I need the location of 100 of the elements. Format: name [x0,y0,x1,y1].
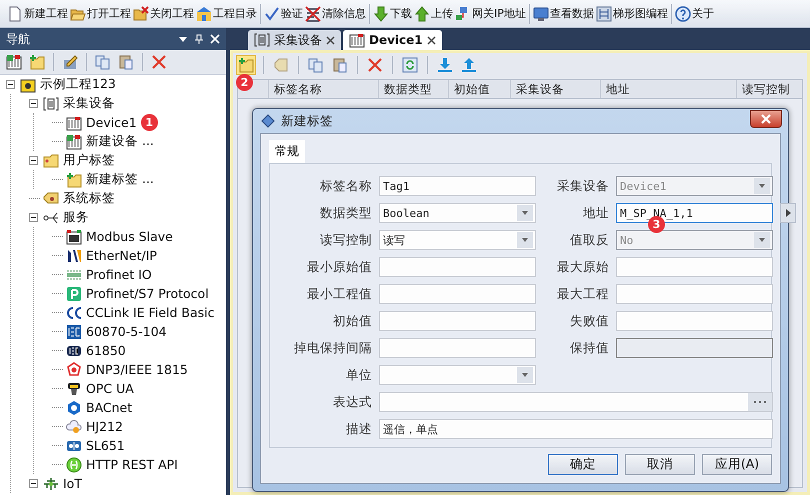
toolbar-button[interactable]: 网关IP地址 [454,4,527,24]
tag-add-icon [238,57,254,73]
letter-p-icon [66,286,82,302]
input-field[interactable] [379,311,536,331]
toolbar-button[interactable]: 关闭工程 [132,4,195,24]
tree-item[interactable]: Profinet/S7 Protocol [85,286,210,301]
dialog-title: 新建标签 [281,112,334,130]
input-field[interactable] [379,284,536,304]
toolbar-button[interactable]: 打开工程 [69,4,132,24]
tree-item[interactable]: HTTP REST API [85,457,179,472]
expand-toggle[interactable] [29,213,38,222]
refresh-icon [402,57,418,73]
tree-item[interactable]: 新建设备 ... [85,133,155,150]
dialog-tab[interactable]: 常规 [269,140,305,163]
expand-toggle[interactable] [29,99,38,108]
tree-item[interactable]: OPC UA [85,381,135,396]
document-tab[interactable]: Device1 [343,30,442,50]
device-icon [66,114,82,130]
dialog-button[interactable]: 应用(A) [702,454,772,475]
tree-item[interactable]: SL651 [85,438,126,453]
tree-item[interactable]: 61850 [85,343,127,358]
device-add-icon [66,134,82,150]
toolbar-button[interactable]: 清除信息 [304,4,367,24]
delete-icon [367,57,383,73]
toolbar-button[interactable]: 新建工程 [6,4,69,24]
toolbar-button[interactable]: 下载 [372,4,413,24]
tree-item[interactable]: HJ212 [85,419,124,434]
caret-icon [758,236,766,244]
tree-item[interactable]: IoT [62,476,83,491]
field-label: 初始值 [332,312,372,330]
double-c-icon [66,304,82,320]
tree-item[interactable]: 用户标签 [62,152,116,169]
copy-icon [95,54,111,70]
expand-toggle[interactable] [29,479,38,488]
browse-button[interactable] [748,393,772,411]
field-label: 保持值 [569,340,609,356]
toolbar-button[interactable]: 工程目录 [195,4,258,24]
dropdown-field[interactable] [379,365,536,385]
input-field[interactable] [379,338,536,358]
toolbar-button[interactable]: 上传 [413,4,454,24]
monitor-icon [532,6,549,22]
tag-folder-icon [43,152,59,168]
toolbar-button[interactable]: 梯形图编程 [594,4,669,24]
tree-item[interactable]: CCLink IE Field Basic [85,305,216,320]
field-label: 单位 [345,366,372,384]
input-field[interactable] [616,311,773,331]
expand-toggle[interactable] [6,80,15,89]
panel-title: 导航 [6,30,31,48]
tree-item[interactable]: 60870-5-104 [85,324,168,339]
column-header[interactable]: 读写控制 [736,80,798,98]
expand-toggle[interactable] [29,156,38,165]
tree-item[interactable]: 新建标签 ... [85,171,155,188]
globe-icon [66,456,82,472]
input-field[interactable] [616,257,773,277]
input-field[interactable] [379,392,773,412]
field-label: 最大工程 [556,286,609,302]
toolbar-button[interactable]: 关于 [674,4,715,24]
dialog-button[interactable]: 确定 [548,454,618,475]
diamond-icon [261,114,275,128]
close-icon[interactable] [326,36,335,44]
dialog-button[interactable]: 取消 [625,454,695,475]
close-button[interactable] [750,110,782,128]
column-header[interactable]: 数据类型 [378,80,448,98]
document-tab[interactable]: 采集设备 [248,30,341,50]
input-field[interactable] [616,284,773,304]
tree-item[interactable]: Profinet IO [85,267,153,282]
toolbar-button[interactable]: 查看数据 [532,4,595,24]
column-header[interactable]: 标签名称 [268,80,378,98]
tree-item[interactable]: 服务 [62,209,90,226]
input-field[interactable] [379,257,536,277]
column-header[interactable]: 初始值 [448,80,510,98]
input-field[interactable]: 遥信，单点 [379,419,773,439]
column-header[interactable]: 地址 [600,80,736,98]
field-label: 最小原始值 [306,258,372,276]
toolbar-button[interactable]: 验证 [263,4,304,24]
tag-icon [273,57,289,73]
input-field[interactable]: Tag1 [379,176,536,196]
dropdown-field[interactable]: Boolean [379,203,536,223]
column-header[interactable]: 采集设备 [510,80,600,98]
pentagon-icon [66,362,82,378]
copy-icon [308,57,324,73]
close-icon [761,114,771,124]
close-icon[interactable] [426,36,436,44]
tree-item[interactable]: Modbus Slave [85,229,174,244]
arrow-button[interactable] [780,203,796,223]
tree-item[interactable]: 采集设备 [62,95,116,112]
field-label: 描述 [345,420,372,438]
tree-item[interactable]: BACnet [85,400,134,415]
tree-item[interactable]: EtherNet/IP [85,248,158,263]
tree-item[interactable]: 系统标签 [62,190,116,207]
device-add-icon [6,54,22,70]
check-icon [264,6,280,22]
pin-icon[interactable] [194,34,204,44]
tree-item[interactable]: Device1 [85,115,138,130]
dropdown-icon[interactable] [178,34,188,44]
dropdown-field[interactable]: 读写 [379,230,536,250]
tree-item[interactable]: 示例工程123 [39,76,117,93]
tree-item[interactable]: DNP3/IEEE 1815 [85,362,189,377]
arrow-up-icon [414,6,430,22]
tool-button[interactable] [4,52,24,72]
